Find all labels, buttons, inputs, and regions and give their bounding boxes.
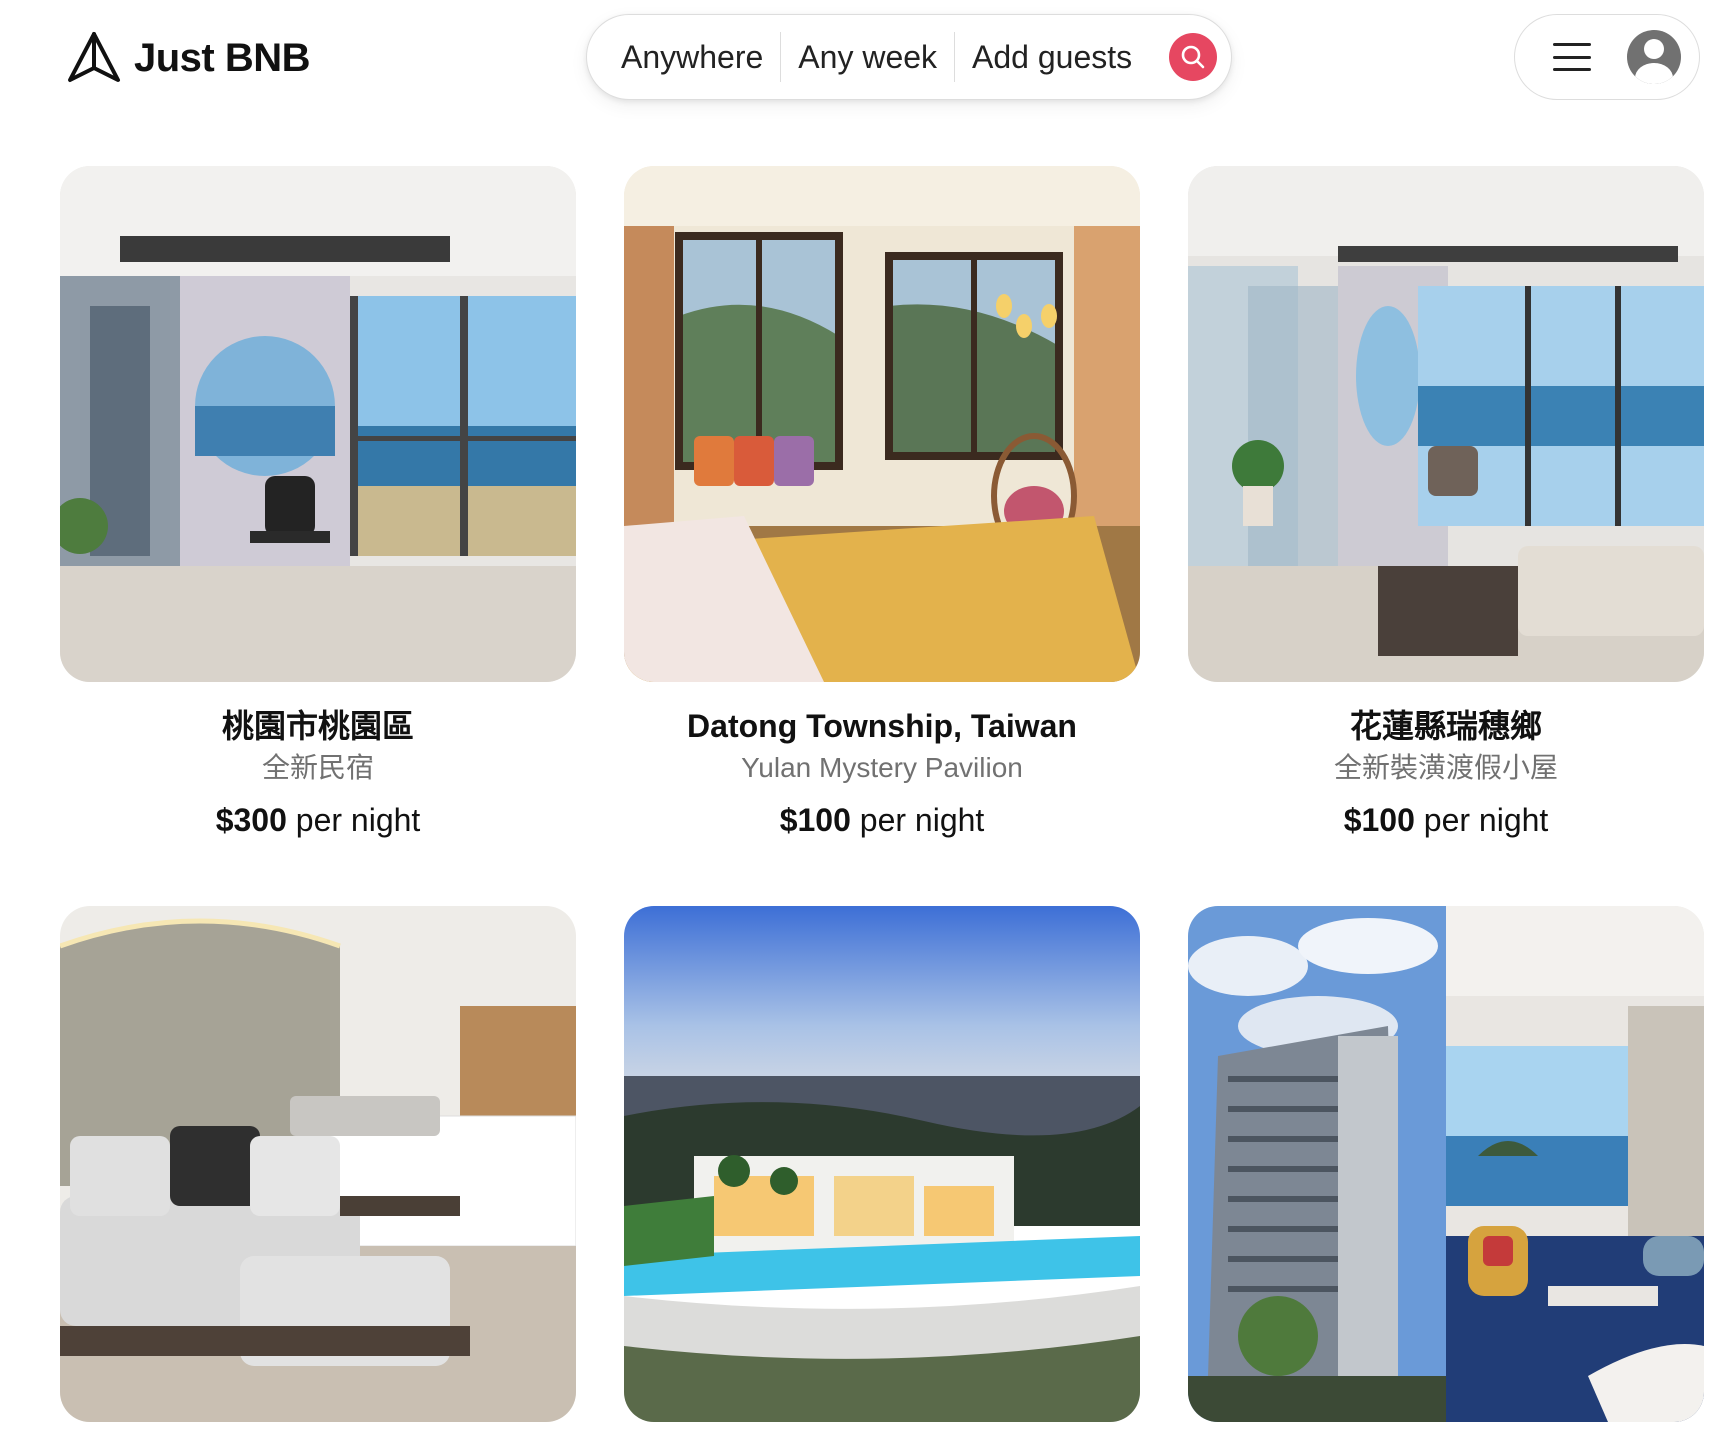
listing-photo[interactable] [624,166,1140,682]
listing-subtitle: Yulan Mystery Pavilion [741,752,1023,783]
listing-photo[interactable] [1188,906,1704,1422]
listing-photo[interactable] [60,166,576,682]
price-suffix: per night [1423,802,1549,838]
user-avatar-icon [1627,30,1681,84]
hamburger-icon [1553,43,1591,71]
listing-photo[interactable] [624,906,1140,1422]
price-suffix: per night [859,802,985,838]
listing-title: Datong Township, Taiwan [687,708,1077,744]
listing-card[interactable] [60,906,576,1446]
listing-price: $300 per night [60,800,576,840]
user-menu-button[interactable] [1514,14,1700,100]
paper-plane-icon [68,32,120,82]
search-button[interactable] [1169,33,1217,81]
search-bar[interactable]: Anywhere Any week Add guests [586,14,1232,100]
listing-card[interactable] [624,906,1140,1446]
listing-photo[interactable] [60,906,576,1422]
listing-title: 桃園市桃園區 [221,708,414,744]
listing-photo[interactable] [1188,166,1704,682]
search-icon [1181,45,1205,69]
listing-price: $100 per night [1188,800,1704,840]
listing-title: 花蓮縣瑞穗鄉 [1349,708,1542,744]
listing-card[interactable]: 桃園市桃園區 全新民宿 $300 per night [60,166,576,840]
listing-card[interactable]: Datong Township, Taiwan Yulan Mystery Pa… [624,166,1140,840]
listing-price: $100 per night [624,800,1140,840]
listing-card[interactable] [1188,906,1704,1446]
location-filter[interactable]: Anywhere [621,39,763,76]
price-amount: $300 [215,802,287,838]
search-divider [954,32,956,82]
price-amount: $100 [779,802,851,838]
brand-logo[interactable]: Just BNB [66,30,311,86]
price-amount: $100 [1343,802,1415,838]
guests-filter[interactable]: Add guests [972,39,1132,76]
brand-name: Just BNB [134,35,311,80]
search-divider [780,32,782,82]
dates-filter[interactable]: Any week [798,39,937,76]
listing-subtitle: 全新民宿 [261,752,374,783]
listing-card[interactable]: 花蓮縣瑞穗鄉 全新裝潢渡假小屋 $100 per night [1188,166,1704,840]
listing-subtitle: 全新裝潢渡假小屋 [1333,752,1558,783]
top-navbar: Just BNB Anywhere Any week Add guests [0,0,1720,120]
price-suffix: per night [295,802,421,838]
